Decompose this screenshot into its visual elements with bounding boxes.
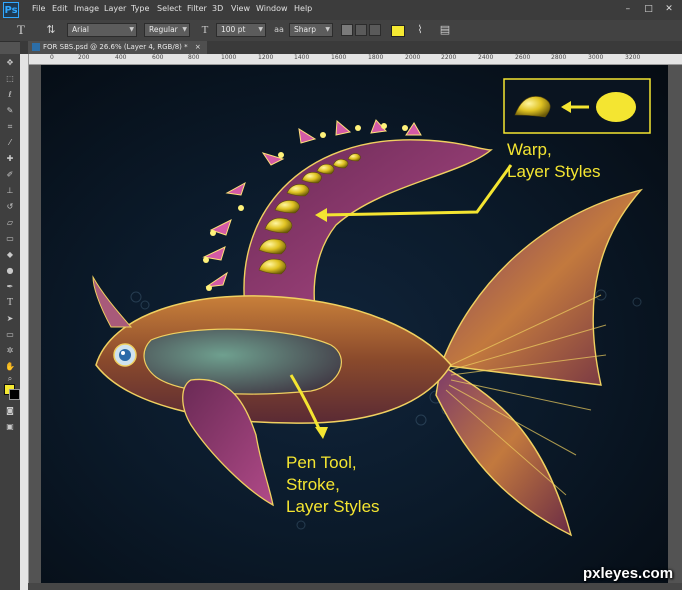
ruler-label: 3000 xyxy=(588,54,604,61)
align-right-icon[interactable] xyxy=(369,24,381,36)
ruler-label: 3200 xyxy=(625,54,641,61)
minimize-icon[interactable]: – xyxy=(619,3,637,16)
ruler-label: 2200 xyxy=(441,54,457,61)
annotation-text: Pen Tool, xyxy=(286,453,357,472)
font-style-select[interactable]: Regular ▼ xyxy=(144,23,190,37)
menu-type[interactable]: Type xyxy=(131,4,149,13)
ruler-label: 2800 xyxy=(551,54,567,61)
ruler-label: 1200 xyxy=(258,54,274,61)
font-size-icon: T xyxy=(201,24,209,36)
screen-mode-icon[interactable]: ▣ xyxy=(4,422,16,432)
annotation-text: Warp, xyxy=(507,140,552,159)
healing-brush-icon[interactable]: ✚ xyxy=(4,154,16,164)
ruler-label: 1400 xyxy=(294,54,310,61)
menu-file[interactable]: File xyxy=(32,4,45,13)
vertical-scrollbar[interactable] xyxy=(668,65,682,583)
ruler-label: 200 xyxy=(78,54,90,61)
ruler-label: 1600 xyxy=(331,54,347,61)
blur-tool-icon[interactable]: ◆ xyxy=(4,250,16,260)
quick-mask-icon[interactable]: ◙ xyxy=(4,406,16,416)
ruler-label: 400 xyxy=(115,54,127,61)
gradient-tool-icon[interactable]: ▭ xyxy=(4,234,16,244)
photoshop-logo: Ps xyxy=(3,2,19,18)
left-ruler xyxy=(20,54,29,590)
crop-tool-icon[interactable]: ⌗ xyxy=(4,122,16,132)
ruler-label: 1000 xyxy=(221,54,237,61)
shape-tool-icon[interactable]: ▭ xyxy=(4,330,16,340)
document-tab[interactable]: FOR SBS.psd @ 26.6% (Layer 4, RGB/8) * × xyxy=(28,41,207,54)
close-tab-icon[interactable]: × xyxy=(195,43,201,51)
pen-tool-icon[interactable]: ✒ xyxy=(4,282,16,292)
annotation-warp: Warp, Layer Styles xyxy=(507,139,601,183)
ruler-label: 0 xyxy=(50,54,54,61)
align-center-icon[interactable] xyxy=(355,24,367,36)
menu-select[interactable]: Select xyxy=(157,4,182,13)
text-orientation-icon[interactable]: ⇅ xyxy=(44,23,58,37)
tail-lower xyxy=(435,363,573,537)
status-bar xyxy=(28,583,682,590)
antialias-value: Sharp xyxy=(294,25,316,34)
window-controls: – □ ✕ xyxy=(619,3,678,16)
menu-image[interactable]: Image xyxy=(74,4,99,13)
font-size-value: 100 pt xyxy=(221,25,246,34)
history-brush-icon[interactable]: ↺ xyxy=(4,202,16,212)
antialias-select[interactable]: Sharp ▼ xyxy=(289,23,333,37)
type-tool-icon[interactable]: T xyxy=(14,23,28,37)
path-select-icon[interactable]: ➤ xyxy=(4,314,16,324)
align-left-icon[interactable] xyxy=(341,24,353,36)
ruler-label: 800 xyxy=(188,54,200,61)
menu-layer[interactable]: Layer xyxy=(104,4,126,13)
antialias-icon: aa xyxy=(274,25,284,34)
move-tool-icon[interactable]: ✥ xyxy=(4,58,16,68)
text-color-swatch[interactable] xyxy=(391,25,405,37)
maximize-icon[interactable]: □ xyxy=(639,3,657,16)
lasso-tool-icon[interactable]: ℓ xyxy=(4,90,16,100)
font-style-value: Regular xyxy=(149,25,178,34)
menu-window[interactable]: Window xyxy=(256,4,288,13)
hand-tool-icon[interactable]: ✋ xyxy=(4,362,16,372)
ruler-label: 2400 xyxy=(478,54,494,61)
dodge-tool-icon[interactable]: ● xyxy=(4,266,16,276)
background-color-swatch[interactable] xyxy=(9,389,20,400)
psd-file-icon xyxy=(32,43,40,51)
close-icon[interactable]: ✕ xyxy=(660,3,678,16)
menu-bar: Ps File Edit Image Layer Type Select Fil… xyxy=(0,0,682,20)
ruler-label: 2600 xyxy=(515,54,531,61)
belly-panel xyxy=(143,328,342,395)
font-size-select[interactable]: 100 pt ▼ xyxy=(216,23,266,37)
ruler-label: 1800 xyxy=(368,54,384,61)
zoom-tool-icon[interactable]: ⌕ xyxy=(4,374,16,384)
top-ruler: 0 200 400 600 800 1000 1200 1400 1600 18… xyxy=(28,54,682,65)
annotation-pen-tool: Pen Tool, Stroke, Layer Styles xyxy=(286,452,380,518)
document-tab-label: FOR SBS.psd @ 26.6% (Layer 4, RGB/8) * xyxy=(43,43,188,51)
watermark: pxleyes.com xyxy=(583,565,674,582)
clone-stamp-icon[interactable]: ⊥ xyxy=(4,186,16,196)
font-family-select[interactable]: Arial ▼ xyxy=(67,23,137,37)
annotation-text: Layer Styles xyxy=(286,497,380,516)
document-tab-bar: FOR SBS.psd @ 26.6% (Layer 4, RGB/8) * × xyxy=(20,41,682,54)
annotation-text: Stroke, xyxy=(286,475,340,494)
menu-filter[interactable]: Filter xyxy=(187,4,207,13)
menu-help[interactable]: Help xyxy=(294,4,312,13)
annotation-text: Layer Styles xyxy=(507,162,601,181)
tools-panel: ✥ ⬚ ℓ ✎ ⌗ ⁄ ✚ ✐ ⊥ ↺ ▱ ▭ ◆ ● ✒ T ➤ ▭ ✲ ✋ … xyxy=(0,54,21,590)
marquee-tool-icon[interactable]: ⬚ xyxy=(4,74,16,84)
type-tool-icon[interactable]: T xyxy=(4,298,16,308)
3d-tool-icon[interactable]: ✲ xyxy=(4,346,16,356)
brush-tool-icon[interactable]: ✐ xyxy=(4,170,16,180)
font-family-value: Arial xyxy=(72,25,89,34)
ruler-label: 2000 xyxy=(405,54,421,61)
eraser-tool-icon[interactable]: ▱ xyxy=(4,218,16,228)
character-panel-icon[interactable]: ▤ xyxy=(438,23,452,37)
menu-edit[interactable]: Edit xyxy=(52,4,68,13)
eyedropper-tool-icon[interactable]: ⁄ xyxy=(4,138,16,148)
quick-select-tool-icon[interactable]: ✎ xyxy=(4,106,16,116)
options-bar: T ⇅ Arial ▼ Regular ▼ T 100 pt ▼ aa Sharp ▼ … xyxy=(0,20,682,42)
warp-text-icon[interactable]: ⌇ xyxy=(413,23,427,37)
ruler-label: 600 xyxy=(152,54,164,61)
menu-3d[interactable]: 3D xyxy=(212,4,223,13)
menu-view[interactable]: View xyxy=(231,4,250,13)
